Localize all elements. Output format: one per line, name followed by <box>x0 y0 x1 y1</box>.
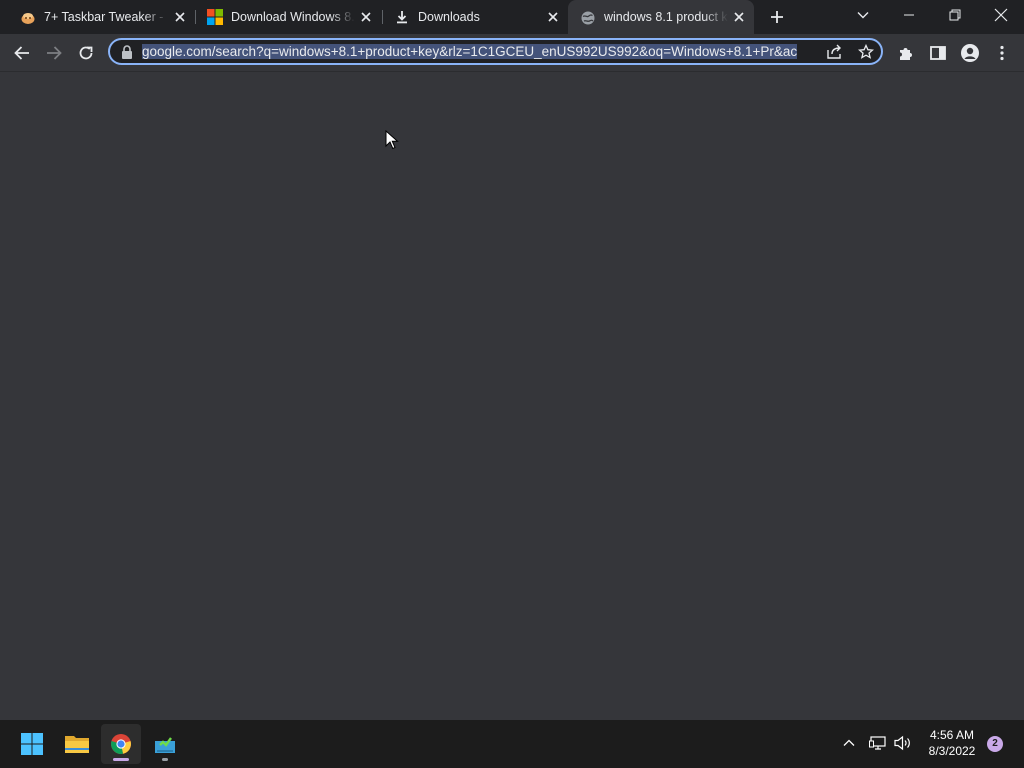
tab-separator <box>382 10 383 24</box>
new-tab-button[interactable] <box>764 4 790 30</box>
plus-icon <box>771 11 783 23</box>
windows-taskbar <box>0 720 1024 768</box>
chevron-down-icon <box>857 12 869 19</box>
avatar-icon <box>961 44 979 62</box>
forward-button[interactable] <box>41 40 67 66</box>
taskbar-clock[interactable]: 4:56 AM 8/3/2022 <box>918 727 986 759</box>
more-vert-icon <box>1000 45 1004 61</box>
tab-google-search[interactable]: windows 8.1 product k <box>568 0 754 34</box>
windows-start-icon <box>21 733 43 755</box>
tab-title: Download Windows 8.1 <box>231 10 355 24</box>
running-indicator <box>162 758 168 761</box>
puzzle-icon <box>900 48 912 60</box>
tab-strip: 7+ Taskbar Tweaker - R Download Windows … <box>0 0 1024 34</box>
download-icon <box>394 9 410 25</box>
tab-title: 7+ Taskbar Tweaker - R <box>44 10 168 24</box>
tab-downloads[interactable]: Downloads <box>394 0 566 34</box>
side-panel-button[interactable] <box>925 40 951 66</box>
reload-button[interactable] <box>73 40 99 66</box>
lock-icon[interactable] <box>120 44 134 65</box>
url-selection: google.com/search?q=windows+8.1+product+… <box>142 44 798 59</box>
tab-title: Downloads <box>418 10 480 24</box>
close-window-button[interactable] <box>978 0 1024 30</box>
minimize-button[interactable] <box>886 0 932 30</box>
tab-close-icon[interactable] <box>731 9 747 25</box>
globe-icon <box>580 10 596 26</box>
close-icon <box>994 8 1008 22</box>
address-bar[interactable]: google.com/search?q=windows+8.1+product+… <box>108 38 883 65</box>
chrome-icon <box>111 734 131 754</box>
tab-taskbar-tweaker[interactable]: 7+ Taskbar Tweaker - R <box>20 0 196 34</box>
chrome-menu-button[interactable] <box>989 40 1015 66</box>
mouse-cursor-icon <box>385 129 399 155</box>
share-icon[interactable] <box>826 44 844 65</box>
notification-badge[interactable]: 2 <box>987 736 1003 752</box>
tab-close-icon[interactable] <box>358 9 374 25</box>
tweaker-icon <box>20 9 36 25</box>
start-button[interactable] <box>12 724 52 764</box>
arrow-right-icon <box>47 46 62 60</box>
page-content[interactable] <box>0 72 1024 720</box>
chrome-taskbar-button[interactable] <box>101 724 141 764</box>
tab-search-button[interactable] <box>840 0 886 30</box>
file-explorer-icon <box>65 736 89 753</box>
chevron-up-icon[interactable] <box>842 736 856 755</box>
side-panel-icon <box>930 46 946 60</box>
file-explorer-button[interactable] <box>57 724 97 764</box>
arrow-left-icon <box>14 46 29 60</box>
bookmark-star-icon[interactable] <box>857 43 875 65</box>
extensions-button[interactable] <box>893 40 919 66</box>
tab-separator <box>195 10 196 24</box>
network-icon[interactable] <box>869 734 887 757</box>
url-text[interactable]: google.com/search?q=windows+8.1+product+… <box>142 43 818 61</box>
restore-icon <box>949 9 961 21</box>
tab-title: windows 8.1 product k <box>604 10 728 24</box>
store-app-icon <box>155 737 175 753</box>
minimize-icon <box>904 14 914 16</box>
active-indicator <box>113 758 129 761</box>
microsoft-logo-icon <box>207 9 223 25</box>
profile-button[interactable] <box>957 40 983 66</box>
back-button[interactable] <box>9 40 35 66</box>
clock-time: 4:56 AM <box>929 728 975 742</box>
tab-close-icon[interactable] <box>172 9 188 25</box>
clock-date: 8/3/2022 <box>928 744 976 758</box>
restore-button[interactable] <box>932 0 978 30</box>
volume-icon[interactable] <box>893 734 913 757</box>
tab-download-windows[interactable]: Download Windows 8.1 <box>207 0 379 34</box>
store-app-button[interactable] <box>145 724 185 764</box>
reload-icon <box>79 46 93 60</box>
tab-close-icon[interactable] <box>545 9 561 25</box>
